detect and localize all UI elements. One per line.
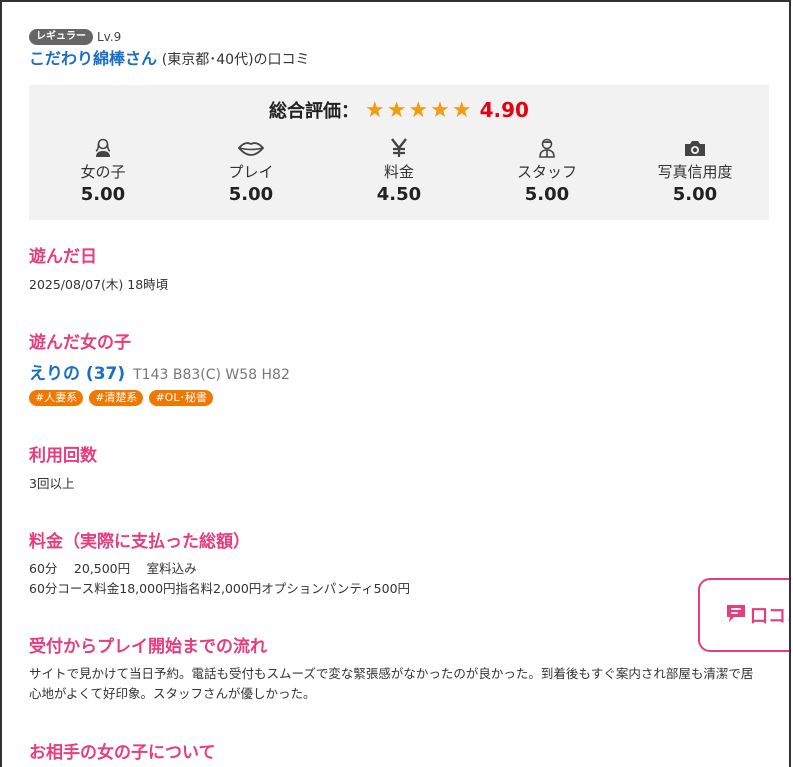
total-rating-value: 4.90 xyxy=(479,98,529,122)
girl-info: えりの (37) T143 B83(C) W58 H82 xyxy=(29,359,290,384)
category-label: スタッフ xyxy=(516,163,577,181)
flow-heading: 受付からプレイ開始までの流れ xyxy=(29,637,267,657)
camera-icon xyxy=(621,137,769,159)
category-label: プレイ xyxy=(228,163,274,181)
score-summary: 総合評価： ★★★★★ 4.90 女の子 5.00 プレイ 5.00 料金 4.… xyxy=(29,85,769,220)
category-value: 4.50 xyxy=(376,184,422,205)
yen-icon xyxy=(325,137,473,159)
flow-text: サイトで見かけて当日予約。電話も受付もスムーズで変な緊張感がなかったのが良かった… xyxy=(29,666,754,701)
category-score-photo: 写真信用度 5.00 xyxy=(621,137,769,205)
tag-badge[interactable]: #人妻系 xyxy=(29,390,84,406)
review-frame: レギュラー Lv.9 こだわり綿棒さん (東京都･40代)の口コミ 総合評価： … xyxy=(0,0,791,767)
rank-badge: レギュラー xyxy=(29,29,93,45)
review-card: レギュラー Lv.9 こだわり綿棒さん (東京都･40代)の口コミ 総合評価： … xyxy=(29,28,769,763)
lips-icon xyxy=(177,137,325,159)
reviewer-line: こだわり綿棒さん (東京都･40代)の口コミ xyxy=(29,49,769,70)
category-score-play: プレイ 5.00 xyxy=(177,137,325,205)
category-label: 料金 xyxy=(383,163,414,181)
staff-icon xyxy=(473,137,621,159)
category-label: 写真信用度 xyxy=(657,163,733,181)
girl-heading: 遊んだ女の子 xyxy=(29,333,131,353)
category-score-staff: スタッフ 5.00 xyxy=(473,137,621,205)
total-rating-label: 総合評価： xyxy=(269,101,359,122)
category-score-girl: 女の子 5.00 xyxy=(29,137,177,205)
tag-badge[interactable]: #OL･秘書 xyxy=(149,390,213,406)
reviewer-meta: (東京都･40代)の口コミ xyxy=(161,52,310,68)
woman-icon xyxy=(29,137,177,159)
price-text-line1: 60分 20,500円 室料込み xyxy=(29,561,197,576)
girl-size: T143 B83(C) W58 H82 xyxy=(133,367,290,383)
visit-date-heading: 遊んだ日 xyxy=(29,247,97,267)
reviewer-rank-row: レギュラー Lv.9 xyxy=(29,28,769,46)
star-rating-icon: ★★★★★ xyxy=(365,97,474,123)
visit-date-text: 2025/08/07(木) 18時頃 xyxy=(29,277,169,292)
category-scores: 女の子 5.00 プレイ 5.00 料金 4.50 スタッフ 5.00 写真信用… xyxy=(29,137,769,205)
price-heading: 料金（実際に支払った総額） xyxy=(29,532,250,552)
price-text-line2: 60分コース料金18,000円指名料2,000円オプションパンティ500円 xyxy=(29,581,411,596)
category-value: 5.00 xyxy=(672,184,718,205)
category-label: 女の子 xyxy=(80,163,126,181)
tag-badge[interactable]: #清楚系 xyxy=(89,390,144,406)
comment-icon xyxy=(726,603,746,628)
category-value: 5.00 xyxy=(80,184,126,205)
write-review-button[interactable]: 口コミ xyxy=(698,578,789,652)
reviewer-level: Lv.9 xyxy=(97,30,122,44)
girl-tags: #人妻系 #清楚系 #OL･秘書 xyxy=(29,390,213,406)
girl-name-link[interactable]: えりの (37) xyxy=(29,359,125,384)
about-girl-heading: お相手の女の子について xyxy=(29,743,216,763)
usage-heading: 利用回数 xyxy=(29,446,97,466)
category-value: 5.00 xyxy=(524,184,570,205)
reviewer-name-link[interactable]: こだわり綿棒さん xyxy=(29,49,157,68)
total-rating: 総合評価： ★★★★★ 4.90 xyxy=(29,97,769,123)
category-score-price: 料金 4.50 xyxy=(325,137,473,205)
category-value: 5.00 xyxy=(228,184,274,205)
usage-text: 3回以上 xyxy=(29,476,75,491)
write-review-label: 口コミ xyxy=(750,606,789,627)
